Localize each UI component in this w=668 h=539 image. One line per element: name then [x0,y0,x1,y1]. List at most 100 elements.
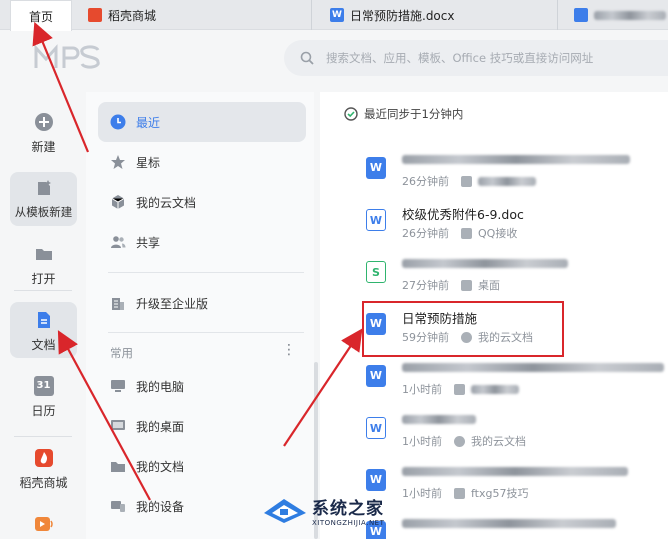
wps-logo [34,44,100,69]
source-icon [454,383,465,395]
rail-calendar-label: 日历 [31,404,56,418]
clock-icon [110,114,126,130]
nav-item-shared[interactable]: 共享 [98,223,306,261]
chat-icon [461,227,472,239]
watermark-cn: 系统之家 [312,498,384,519]
nav-divider [108,272,304,273]
file-row[interactable]: W 校级优秀附件6-9.doc 26分钟前 QQ接收 [360,198,665,250]
nav-item-my-desktop[interactable]: 我的桌面 [98,407,306,445]
nav-item-cloud[interactable]: 我的云文档 [98,183,306,221]
plus-icon [34,113,53,131]
watermark-en: XITONGZHIJIA.NET [312,518,385,527]
file-name-blurred [402,360,664,375]
file-time: 1小时前 [402,435,442,448]
file-time: 26分钟前 [402,227,449,240]
rail-new-label: 新建 [31,140,56,154]
file-source: ftxg57技巧 [471,487,529,500]
rail-template-label: 从模板新建 [14,205,73,219]
word-solid-icon: W [366,157,386,179]
file-meta: 27分钟前 桌面 [402,277,500,293]
rail-divider [14,290,72,291]
cloud-cube-icon [111,195,125,209]
nav-cloud-label: 我的云文档 [136,195,197,210]
rail-divider [14,436,72,437]
rail-calendar-button[interactable]: 31 日历 [10,376,77,419]
rail-new-button[interactable]: 新建 [10,112,77,155]
file-row[interactable]: W 26分钟前 [360,146,665,198]
file-time: 1小时前 [402,383,442,396]
search-placeholder: 搜索文档、应用、模板、Office 技巧或直接访问网址 [326,51,594,65]
nav-divider [108,332,304,333]
file-row[interactable]: W 1小时前 [360,354,665,406]
file-meta: 26分钟前 [402,173,536,189]
tab-blurred[interactable] [566,0,668,30]
file-meta: 1小时前 [402,381,519,397]
file-name-blurred [402,464,628,479]
nav-my-devices-label: 我的设备 [136,499,185,514]
word-doc-icon: W [330,8,344,22]
nav-upgrade-label: 升级至企业版 [136,296,209,311]
file-row[interactable]: W 1小时前 我的云文档 [360,406,665,458]
file-name-blurred [402,256,568,271]
nav-my-desktop-label: 我的桌面 [136,419,185,434]
tab-document[interactable]: W 日常预防措施.docx [322,0,558,30]
tab-bar: 首页 稻壳商城 W 日常预防措施.docx [0,0,668,31]
nav-my-computer-label: 我的电脑 [136,379,185,394]
file-source: QQ接收 [478,227,518,240]
nav-section-common: 常用 [110,346,133,360]
file-name-blurred [402,516,616,531]
sheet-outline-icon: S [366,261,386,283]
more-icon[interactable]: ⋮ [282,342,296,358]
file-name-blurred [402,152,630,167]
word-doc-icon [574,8,588,22]
nav-item-my-computer[interactable]: 我的电脑 [98,367,306,405]
cloud-cube-icon [454,435,465,447]
tab-docer-store[interactable]: 稻壳商城 [82,0,312,30]
rail-docs-label: 文档 [31,338,56,352]
file-source-blurred [471,384,519,394]
devices-icon [111,501,125,512]
file-row[interactable]: S 27分钟前 桌面 [360,250,665,302]
rail-open-button[interactable]: 打开 [10,244,77,287]
sync-status: 最近同步于1分钟内 [344,106,463,122]
enterprise-icon [112,298,124,310]
nav-item-my-docs[interactable]: 我的文档 [98,447,306,485]
word-solid-icon: W [366,365,386,387]
highlight-box [362,301,564,357]
desktop-icon [111,420,125,430]
tab-home[interactable]: 首页 [10,0,72,31]
document-icon [37,312,50,328]
site-watermark: 系统之家 XITONGZHIJIA.NET [262,488,412,532]
rail-store-button[interactable]: 稻壳商城 [10,448,77,491]
tab-doc-label: 日常预防措施.docx [350,8,455,23]
search-input[interactable]: 搜索文档、应用、模板、Office 技巧或直接访问网址 [284,40,668,76]
file-source-blurred [478,176,536,186]
sync-check-icon [344,107,358,121]
rail-docs-button[interactable]: 文档 [10,302,77,358]
tab-store-label: 稻壳商城 [108,8,157,23]
rail-template-button[interactable]: 从模板新建 [10,172,77,226]
nav-my-docs-label: 我的文档 [136,459,185,474]
template-icon [37,180,51,195]
star-icon [111,155,125,169]
nav-item-upgrade[interactable]: 升级至企业版 [98,284,306,322]
blurred-tab-title [594,10,666,20]
nav-item-starred[interactable]: 星标 [98,143,306,181]
calendar-icon: 31 [33,376,54,396]
folder-doc-icon [111,462,125,472]
rail-video-button[interactable] [10,514,77,539]
source-icon [461,175,472,187]
nav-item-recent[interactable]: 最近 [98,102,306,142]
search-icon [300,51,314,65]
file-meta: 1小时前 我的云文档 [402,433,526,449]
rail-store-label: 稻壳商城 [19,476,68,490]
desktop-icon [461,279,472,291]
tab-home-label: 首页 [28,9,53,24]
video-icon [34,517,53,531]
nav-starred-label: 星标 [136,155,161,170]
file-name: 校级优秀附件6-9.doc [402,207,524,222]
file-meta: 26分钟前 QQ接收 [402,225,517,241]
computer-icon [111,380,125,392]
people-icon [111,236,126,248]
watermark-logo-icon [264,499,306,523]
